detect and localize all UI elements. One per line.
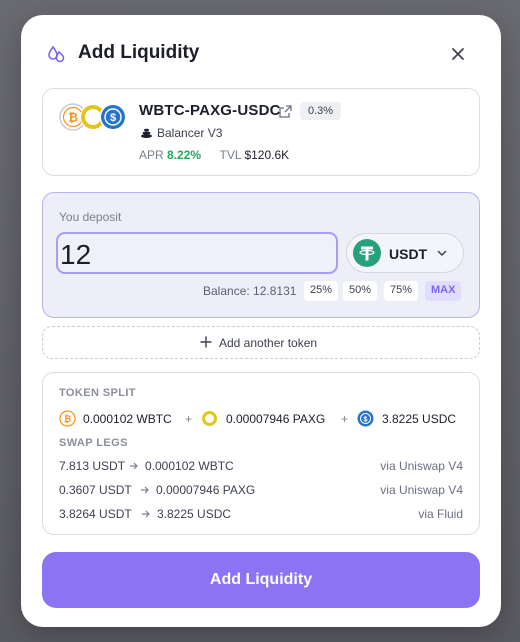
balance-label: Balance: 12.8131 [203, 284, 297, 298]
leg-from: 7.813 USDT [59, 459, 126, 473]
token-selector[interactable]: USDT [346, 233, 464, 273]
add-liquidity-modal: Add Liquidity ₿ $ WBTC-PAXG-USDC 0.3% Ba… [21, 15, 501, 627]
swap-leg-row: 0.3607 USDT 0.00007946 PAXG via Uniswap … [59, 483, 463, 499]
tvl-label: TVL [219, 148, 242, 162]
leg-to: 3.8225 USDC [157, 507, 232, 521]
svg-text:₿: ₿ [64, 414, 71, 424]
pool-token-icons: ₿ $ [59, 103, 129, 133]
protocol-label: Balancer V3 [141, 126, 222, 140]
arrow-right-icon [142, 510, 150, 518]
svg-text:$: $ [110, 112, 116, 124]
token-split-panel: TOKEN SPLIT ₿ 0.000102 WBTC + 0.00007946… [42, 372, 480, 535]
close-icon[interactable] [447, 43, 469, 65]
balancer-icon [141, 128, 152, 138]
max-button[interactable]: MAX [425, 281, 462, 301]
droplets-icon [48, 45, 65, 63]
leg-via: via Uniswap V4 [380, 459, 463, 473]
split-amount-wbtc: 0.000102 WBTC [83, 412, 172, 426]
modal-title: Add Liquidity [78, 42, 200, 63]
plus-separator: + [341, 412, 349, 426]
split-amount-paxg: 0.00007946 PAXG [226, 412, 326, 426]
chevron-down-icon [437, 250, 447, 257]
usdc-icon: $ [357, 410, 374, 427]
percent-25-button[interactable]: 25% [304, 281, 339, 301]
pool-stats: APR 8.22% TVL $120.6K [139, 148, 289, 162]
apr-label: APR [139, 148, 164, 162]
svg-text:₿: ₿ [68, 111, 78, 125]
pool-info-card: ₿ $ WBTC-PAXG-USDC 0.3% Balancer V3 APR … [42, 88, 480, 176]
plus-separator: + [185, 412, 193, 426]
leg-via: via Uniswap V4 [380, 483, 463, 497]
add-another-token-button[interactable]: Add another token [42, 326, 480, 359]
percent-50-button[interactable]: 50% [343, 281, 378, 301]
fee-badge: 0.3% [300, 102, 342, 120]
amount-input[interactable] [56, 232, 338, 274]
apr-value: 8.22% [167, 148, 202, 162]
plus-icon [200, 336, 212, 348]
leg-via: via Fluid [418, 507, 463, 521]
deposit-panel: You deposit USDT Balance: 12.8131 25% 50… [42, 192, 480, 318]
wbtc-icon: ₿ [59, 410, 76, 427]
pool-name: WBTC-PAXG-USDC [139, 102, 281, 119]
swap-leg-row: 7.813 USDT 0.000102 WBTC via Uniswap V4 [59, 459, 463, 475]
usdt-icon [353, 239, 381, 267]
leg-from: 3.8264 USDT [59, 507, 132, 521]
protocol-name: Balancer V3 [157, 126, 223, 140]
usdc-icon: $ [99, 103, 127, 131]
selected-token: USDT [389, 246, 428, 262]
leg-to: 0.00007946 PAXG [156, 483, 256, 497]
token-split-label: TOKEN SPLIT [59, 387, 136, 399]
split-amount-usdc: 3.8225 USDC [382, 412, 457, 426]
tvl-value: $120.6K [244, 148, 290, 162]
swap-legs-label: SWAP LEGS [59, 437, 128, 449]
swap-leg-row: 3.8264 USDT 3.8225 USDC via Fluid [59, 507, 463, 523]
leg-to: 0.000102 WBTC [145, 459, 234, 473]
arrow-right-icon [141, 486, 149, 494]
token-split-row: ₿ 0.000102 WBTC + 0.00007946 PAXG + $ 3.… [59, 409, 469, 429]
percent-75-button[interactable]: 75% [384, 281, 419, 301]
add-liquidity-button[interactable]: Add Liquidity [42, 552, 480, 608]
external-link-icon[interactable] [279, 105, 292, 118]
svg-text:$: $ [364, 417, 368, 424]
add-token-label: Add another token [219, 336, 318, 350]
arrow-right-icon [130, 462, 138, 470]
deposit-label: You deposit [59, 210, 122, 224]
leg-from: 0.3607 USDT [59, 483, 132, 497]
paxg-icon [202, 411, 217, 426]
